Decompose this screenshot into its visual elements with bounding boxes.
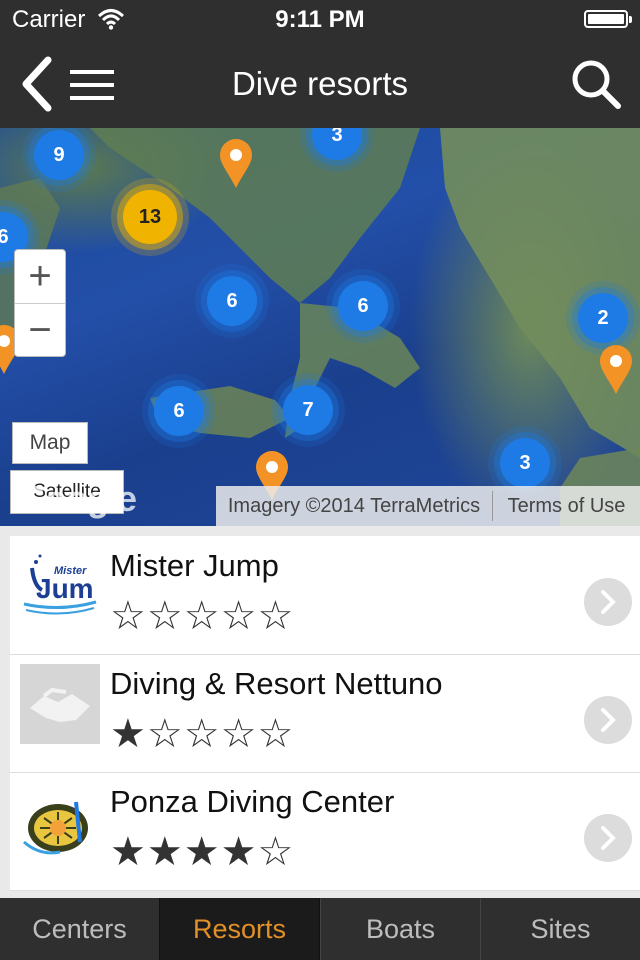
cluster-marker-large[interactable]: 13 — [123, 190, 177, 244]
map-attribution: Imagery ©2014 TerraMetrics Terms of Use — [216, 486, 640, 526]
resort-name: Mister Jump — [110, 548, 279, 583]
resort-name: Diving & Resort Nettuno — [110, 666, 443, 701]
tab-bar: Centers Resorts Boats Sites — [0, 898, 640, 960]
tab-sites[interactable]: Sites — [480, 898, 640, 960]
chevron-right-icon[interactable] — [584, 696, 632, 744]
search-icon[interactable] — [570, 58, 622, 115]
cluster-marker[interactable]: 3 — [500, 438, 550, 488]
imagery-credit: Imagery ©2014 TerraMetrics — [227, 494, 481, 517]
page-title: Dive resorts — [231, 65, 409, 102]
map-pin-icon[interactable] — [598, 344, 634, 401]
clock: 9:11 PM — [275, 6, 365, 33]
star-rating: ★☆☆☆☆ — [110, 712, 295, 756]
tab-resorts[interactable]: Resorts — [159, 898, 320, 960]
star-rating: ★★★★☆ — [110, 830, 295, 874]
satellite-button[interactable]: Satellite — [10, 470, 124, 514]
terms-of-use-link[interactable]: Terms of Use — [493, 495, 640, 518]
ponza-diving-logo — [20, 782, 100, 862]
cluster-marker[interactable]: 6 — [338, 281, 388, 331]
navigation-bar: Dive resorts — [0, 40, 640, 128]
chevron-right-icon[interactable] — [584, 814, 632, 862]
tab-boats[interactable]: Boats — [320, 898, 480, 960]
list-item[interactable]: Diving & Resort Nettuno ★☆☆☆☆ — [10, 654, 640, 773]
zoom-control: + − — [14, 249, 66, 357]
battery-icon — [584, 10, 632, 28]
list-item[interactable]: Ponza Diving Center ★★★★☆ — [10, 772, 640, 891]
map-type-button[interactable]: Map — [12, 422, 88, 464]
zoom-in-button[interactable]: + — [15, 250, 65, 303]
cluster-marker[interactable]: 2 — [578, 293, 628, 343]
tab-centers[interactable]: Centers — [0, 898, 159, 960]
resort-list: Mister Jum Mister Jump ☆☆☆☆☆ Diving & Re… — [10, 536, 640, 891]
cluster-marker[interactable]: 7 — [283, 385, 333, 435]
zoom-out-button[interactable]: − — [15, 303, 65, 357]
map-pin-icon[interactable] — [218, 138, 254, 195]
mister-jump-logo: Mister Jum — [20, 546, 100, 626]
status-bar: Carrier 9:11 PM — [0, 0, 640, 40]
cluster-marker[interactable]: 6 — [154, 386, 204, 436]
cluster-marker[interactable]: 6 — [207, 276, 257, 326]
cluster-marker[interactable]: 9 — [34, 130, 84, 180]
list-item[interactable]: Mister Jum Mister Jump ☆☆☆☆☆ — [10, 536, 640, 655]
star-rating: ☆☆☆☆☆ — [110, 594, 295, 638]
svg-text:Jum: Jum — [36, 573, 94, 604]
resort-name: Ponza Diving Center — [110, 784, 395, 819]
handshake-placeholder-icon — [20, 664, 100, 744]
map-view[interactable]: 9 3 6 13 6 6 2 6 7 3 + − Map Satellite G… — [0, 128, 640, 526]
chevron-right-icon[interactable] — [584, 578, 632, 626]
